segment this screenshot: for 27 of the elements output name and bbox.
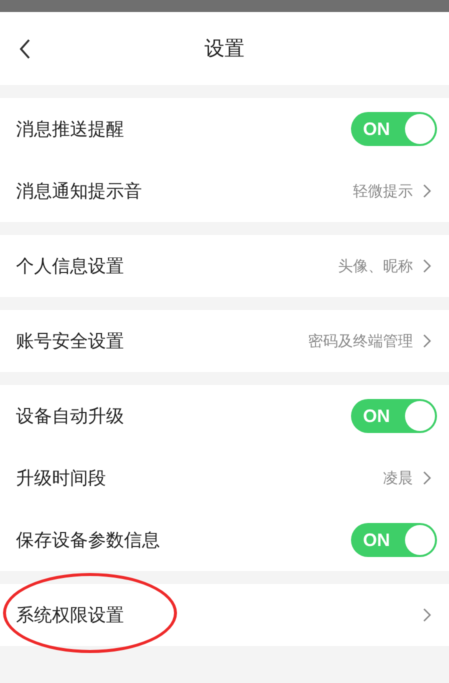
row-label: 个人信息设置 — [16, 255, 124, 278]
back-icon[interactable] — [19, 39, 31, 59]
settings-row[interactable]: 消息推送提醒 ON — [0, 98, 449, 160]
row-label: 账号安全设置 — [16, 330, 124, 353]
row-label: 升级时间段 — [16, 467, 106, 490]
chevron-right-icon — [423, 259, 431, 273]
settings-row[interactable]: 系统权限设置 — [0, 584, 449, 646]
chevron-right-icon — [423, 184, 431, 198]
row-value: 密码及终端管理 — [308, 332, 413, 350]
settings-row[interactable]: 个人信息设置 头像、昵称 — [0, 235, 449, 297]
row-label: 设备自动升级 — [16, 405, 124, 428]
row-label: 消息推送提醒 — [16, 118, 124, 141]
row-value: 轻微提示 — [353, 182, 413, 200]
settings-row[interactable]: 账号安全设置 密码及终端管理 — [0, 310, 449, 372]
chevron-right-icon — [423, 471, 431, 485]
row-label: 消息通知提示音 — [16, 180, 142, 203]
chevron-right-icon — [423, 334, 431, 348]
settings-row[interactable]: 保存设备参数信息 ON — [0, 509, 449, 571]
row-value: 头像、昵称 — [338, 256, 413, 276]
settings-row[interactable]: 消息通知提示音 轻微提示 — [0, 160, 449, 222]
chevron-right-icon — [423, 608, 431, 622]
row-value: 凌晨 — [383, 468, 413, 488]
settings-row[interactable]: 升级时间段 凌晨 — [0, 447, 449, 509]
row-label: 保存设备参数信息 — [16, 529, 160, 552]
row-label: 系统权限设置 — [16, 604, 124, 627]
page-title: 设置 — [204, 35, 244, 62]
settings-row[interactable]: 设备自动升级 ON — [0, 385, 449, 447]
